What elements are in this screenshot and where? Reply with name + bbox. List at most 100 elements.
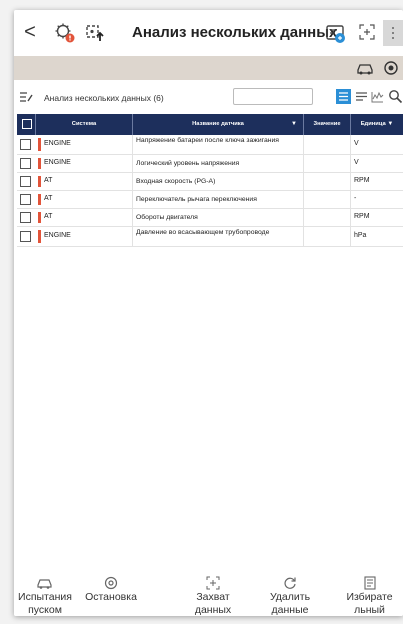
bottom-label-line2: данные bbox=[271, 604, 309, 616]
top-bar: < Анализ нескольких данных bbox=[14, 10, 403, 56]
system-cell: ENGINE bbox=[44, 159, 71, 166]
unit-dropdown-icon: ▼ bbox=[387, 121, 394, 127]
select-all-checkbox[interactable] bbox=[22, 119, 32, 129]
unit-cell: RPM bbox=[354, 213, 370, 220]
vehicle-info-icon[interactable] bbox=[325, 22, 347, 44]
bottom-label-line1: Остановка bbox=[85, 591, 137, 603]
system-marker bbox=[38, 176, 41, 187]
edit-list-icon[interactable] bbox=[19, 91, 33, 103]
column-divider bbox=[303, 191, 304, 208]
bottom-label-line2: пуском bbox=[28, 604, 62, 616]
column-header-system[interactable]: Система bbox=[36, 114, 132, 135]
table-row[interactable]: ENGINE Давление во всасывающем трубопрово… bbox=[17, 227, 403, 247]
system-cell: ENGINE bbox=[44, 140, 71, 147]
search-icon[interactable] bbox=[388, 89, 403, 104]
column-divider bbox=[132, 173, 133, 190]
system-cell: AT bbox=[44, 213, 53, 220]
unit-cell: - bbox=[354, 195, 357, 202]
delete-data-button[interactable]: Удалить данные bbox=[257, 576, 323, 616]
bottom-label-line1: Испытания bbox=[18, 591, 72, 603]
unit-cell: V bbox=[354, 140, 359, 147]
column-divider bbox=[350, 173, 351, 190]
column-divider bbox=[303, 155, 304, 172]
column-divider bbox=[132, 191, 133, 208]
sensor-name-cell: Логический уровень напряжения bbox=[136, 160, 240, 167]
filter-input[interactable] bbox=[233, 88, 313, 105]
text-view-button[interactable] bbox=[354, 89, 369, 104]
selective-button[interactable]: Избирате льный bbox=[336, 576, 403, 616]
sensor-name-cell: Переключатель рычага переключения bbox=[136, 196, 257, 203]
table-body: ENGINE Напряжение батареи после ключа заж… bbox=[17, 135, 403, 247]
select-all-cell[interactable] bbox=[17, 114, 35, 135]
capture-data-icon bbox=[206, 576, 220, 590]
bottom-label-line1: Избирате bbox=[346, 591, 393, 603]
column-divider bbox=[350, 209, 351, 226]
system-marker bbox=[38, 212, 41, 223]
stop-button[interactable]: Остановка bbox=[80, 576, 142, 605]
column-divider bbox=[350, 135, 351, 154]
row-checkbox[interactable] bbox=[20, 231, 31, 242]
secondary-toolbar bbox=[14, 56, 403, 80]
back-button[interactable]: < bbox=[18, 20, 42, 44]
sensor-name-cell: Обороты двигателя bbox=[136, 214, 198, 221]
table-row[interactable]: AT Обороты двигателя RPM bbox=[17, 209, 403, 227]
list-title: Анализ нескольких данных (6) bbox=[44, 93, 164, 103]
column-header-unit-label: Единица bbox=[360, 121, 386, 127]
bottom-label-line1: Захват bbox=[196, 591, 230, 603]
sensor-name-cell: Входная скорость (PG-A) bbox=[136, 178, 216, 185]
system-cell: AT bbox=[44, 195, 53, 202]
system-marker bbox=[38, 158, 41, 169]
system-cell: AT bbox=[44, 177, 53, 184]
column-divider bbox=[303, 209, 304, 226]
page-title: Анализ нескольких данных bbox=[132, 24, 338, 41]
list-view-button[interactable] bbox=[336, 89, 351, 104]
unit-cell: hPa bbox=[354, 232, 367, 239]
car-test-icon[interactable] bbox=[356, 60, 374, 76]
column-header-sensor-label: Название датчика bbox=[192, 121, 244, 127]
bottom-toolbar: Испытания пуском Остановка Захват данных bbox=[14, 576, 403, 616]
sensor-table: Система Название датчика ▼ Значение Един… bbox=[17, 114, 403, 247]
table-row[interactable]: AT Входная скорость (PG-A) RPM bbox=[17, 173, 403, 191]
capture-icon[interactable] bbox=[358, 23, 376, 41]
car-start-icon bbox=[37, 579, 52, 589]
sensor-name-cell: Напряжение батареи после ключа зажигания bbox=[136, 137, 279, 144]
table-header: Система Название датчика ▼ Значение Един… bbox=[17, 114, 403, 135]
capture-data-button[interactable]: Захват данных bbox=[180, 576, 246, 616]
column-divider bbox=[350, 191, 351, 208]
table-row[interactable]: ENGINE Логический уровень напряжения V bbox=[17, 155, 403, 173]
ecu-upload-icon[interactable] bbox=[84, 22, 106, 44]
sort-down-icon: ▼ bbox=[291, 121, 297, 127]
system-cell: ENGINE bbox=[44, 232, 71, 239]
bottom-label-line1: Удалить bbox=[269, 591, 311, 603]
app-window: < Анализ нескольких данных Анализ нескол… bbox=[14, 10, 403, 616]
start-test-button[interactable]: Испытания пуском bbox=[14, 576, 76, 616]
record-icon[interactable] bbox=[382, 60, 400, 76]
bottom-label-line2: льный bbox=[354, 604, 385, 616]
dtc-icon[interactable] bbox=[54, 22, 76, 44]
system-marker bbox=[38, 138, 41, 151]
column-header-unit[interactable]: Единица ▼ bbox=[351, 114, 403, 135]
list-header: Анализ нескольких данных (6) bbox=[14, 80, 403, 114]
sensor-name-cell: Давление во всасывающем трубопроводе bbox=[136, 229, 270, 236]
column-divider bbox=[132, 135, 133, 154]
column-divider bbox=[303, 135, 304, 154]
system-marker bbox=[38, 230, 41, 243]
column-divider bbox=[132, 227, 133, 246]
column-divider bbox=[303, 173, 304, 190]
row-checkbox[interactable] bbox=[20, 139, 31, 150]
more-menu-button[interactable] bbox=[383, 20, 403, 46]
unit-cell: RPM bbox=[354, 177, 370, 184]
table-row[interactable]: AT Переключатель рычага переключения - bbox=[17, 191, 403, 209]
column-divider bbox=[132, 155, 133, 172]
refresh-icon bbox=[284, 577, 296, 589]
column-header-value[interactable]: Значение bbox=[304, 114, 350, 135]
table-row[interactable]: ENGINE Напряжение батареи после ключа заж… bbox=[17, 135, 403, 155]
row-checkbox[interactable] bbox=[20, 194, 31, 205]
row-checkbox[interactable] bbox=[20, 176, 31, 187]
column-header-sensor[interactable]: Название датчика ▼ bbox=[133, 114, 303, 135]
column-divider bbox=[350, 227, 351, 246]
row-checkbox[interactable] bbox=[20, 212, 31, 223]
list-view-icon bbox=[339, 92, 348, 101]
row-checkbox[interactable] bbox=[20, 158, 31, 169]
graph-view-button[interactable] bbox=[370, 89, 385, 104]
